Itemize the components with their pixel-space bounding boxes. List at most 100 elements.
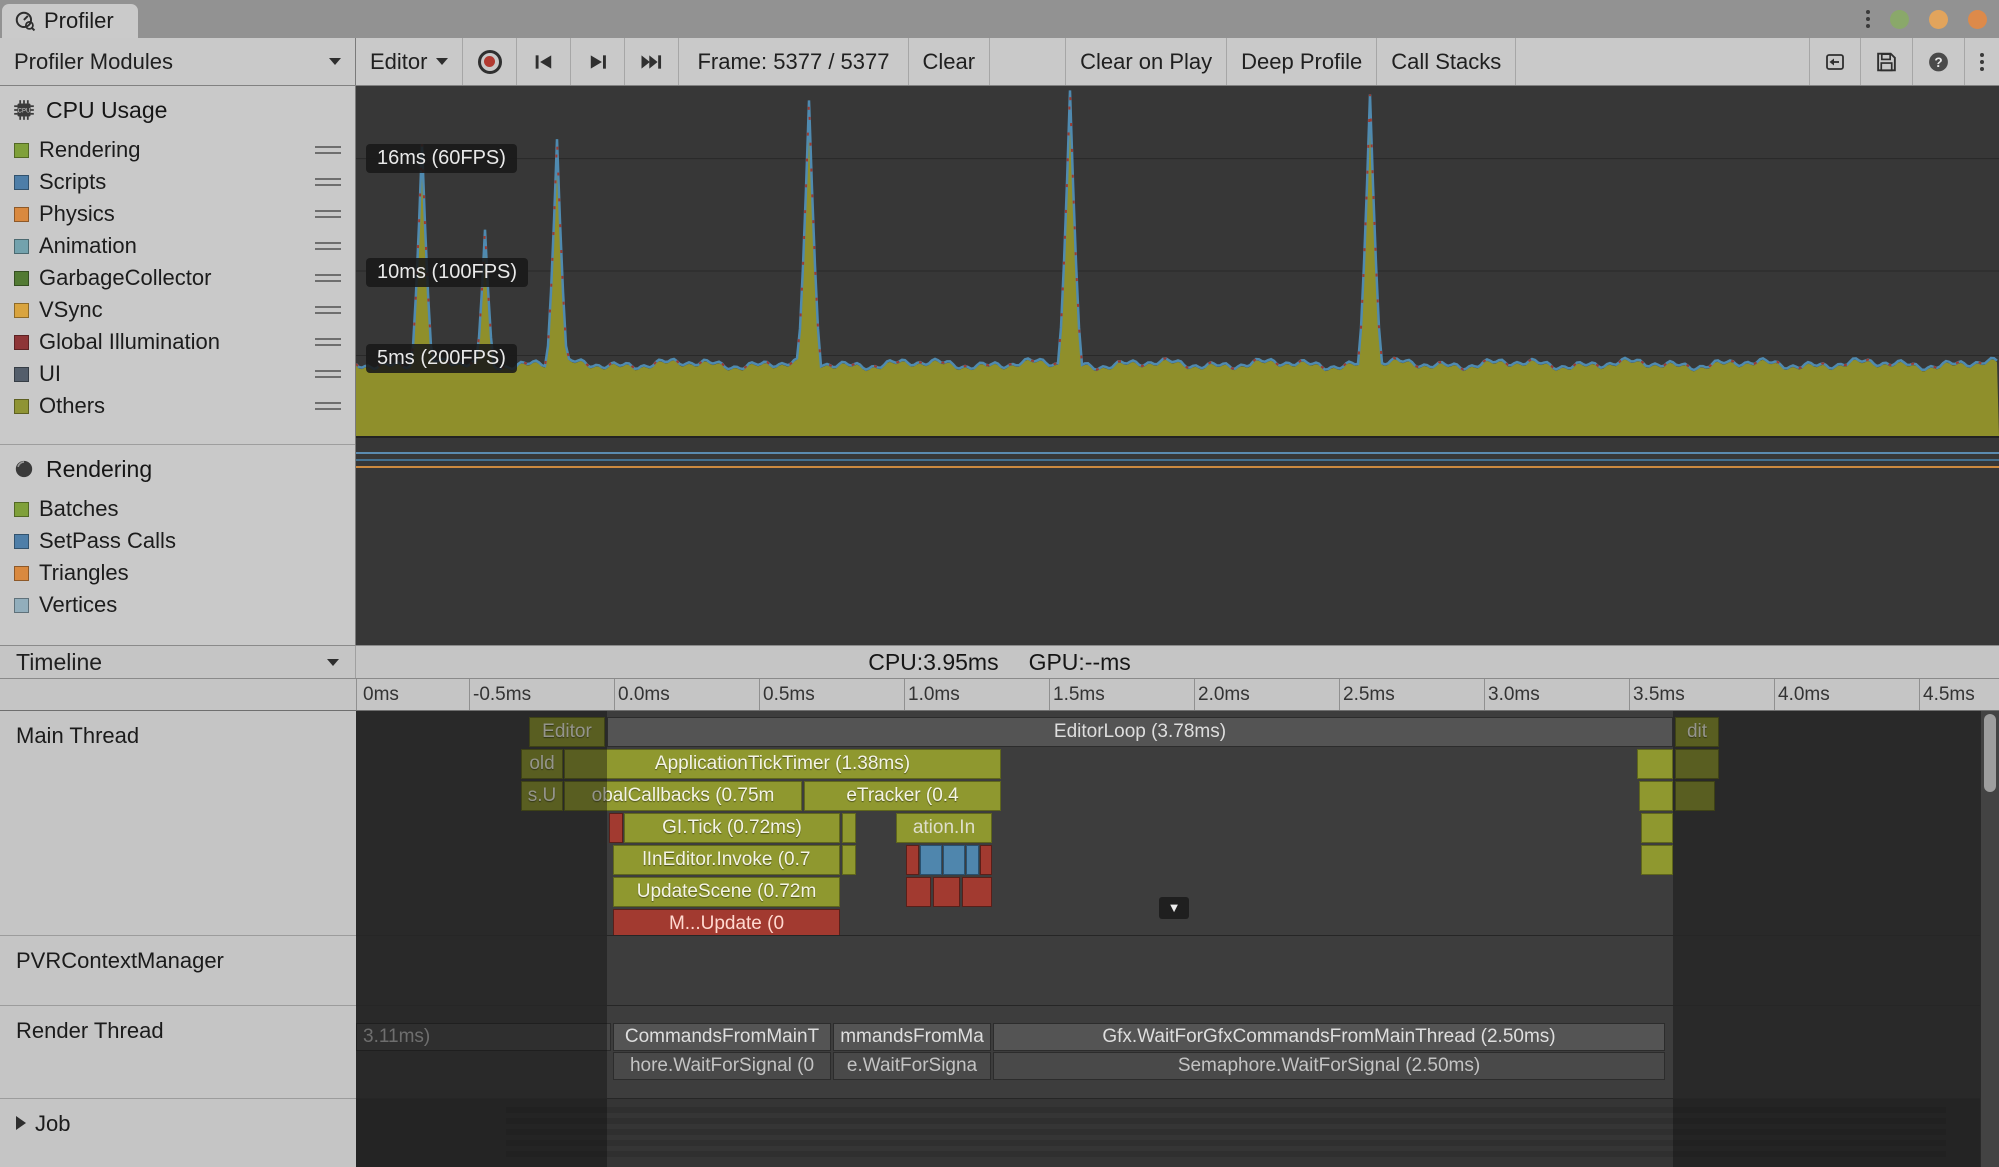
timeline-sample-block[interactable] bbox=[842, 813, 856, 843]
ruler-tick-label: -0.5ms bbox=[473, 684, 532, 705]
drag-handle-icon[interactable] bbox=[315, 238, 341, 254]
timeline-ruler[interactable]: 0ms -0.5ms 0.0ms 0.5ms 1.0ms 1.5ms 2.0ms 2.5ms 3… bbox=[0, 679, 1999, 711]
timeline-sample-block[interactable]: Editor bbox=[529, 717, 605, 747]
legend-item[interactable]: Batches bbox=[0, 493, 355, 525]
track-label[interactable]: Render Thread bbox=[0, 1006, 356, 1099]
timeline-sample-block[interactable] bbox=[1675, 749, 1719, 779]
rendering-chart[interactable] bbox=[356, 438, 1999, 645]
track-canvas[interactable]: 3.11ms) CommandsFromMainT mmandsFromMa Gfx.… bbox=[356, 1006, 1999, 1099]
clear-button[interactable]: Clear bbox=[909, 38, 991, 85]
drag-handle-icon[interactable] bbox=[315, 206, 341, 222]
legend-item[interactable]: Triangles bbox=[0, 557, 355, 589]
window-dot-green[interactable] bbox=[1890, 9, 1909, 29]
timeline-sample-block[interactable]: obalCallbacks (0.75m bbox=[564, 781, 802, 811]
ruler-tick bbox=[1339, 679, 1340, 710]
track-label[interactable]: Job bbox=[0, 1099, 356, 1167]
timeline-sample-block[interactable] bbox=[1637, 749, 1673, 779]
timeline-scrollbar[interactable] bbox=[1980, 711, 1999, 1167]
next-frame-button[interactable] bbox=[571, 38, 626, 85]
expand-arrow-icon[interactable] bbox=[16, 1116, 26, 1130]
drag-handle-icon[interactable] bbox=[315, 270, 341, 286]
timeline-sample-block[interactable]: M...Update (0 bbox=[613, 909, 840, 935]
track-canvas[interactable] bbox=[356, 936, 1999, 1006]
legend-item[interactable]: GarbageCollector bbox=[0, 262, 355, 294]
load-profile-button[interactable] bbox=[1809, 38, 1861, 85]
profiler-modules-dropdown[interactable]: Profiler Modules bbox=[0, 38, 356, 85]
timeline-sample-block[interactable]: e.WaitForSigna bbox=[833, 1052, 991, 1080]
timeline-sample-block[interactable]: eTracker (0.4 bbox=[804, 781, 1001, 811]
help-button[interactable]: ? bbox=[1913, 38, 1965, 85]
timeline-sample-block[interactable]: Gfx.WaitForGfxCommandsFromMainThread (2.… bbox=[993, 1023, 1665, 1051]
window-dot-yellow[interactable] bbox=[1929, 9, 1948, 29]
show-more-rows-button[interactable]: ▼ bbox=[1159, 897, 1189, 919]
legend-item[interactable]: UI bbox=[0, 358, 355, 390]
timeline-sample-block[interactable]: Semaphore.WaitForSignal (2.50ms) bbox=[993, 1052, 1665, 1080]
timeline-sample-block[interactable] bbox=[980, 845, 992, 875]
timeline-sample-block[interactable] bbox=[943, 845, 965, 875]
legend-item[interactable]: VSync bbox=[0, 294, 355, 326]
timeline-sample-block[interactable]: CommandsFromMainT bbox=[613, 1023, 831, 1051]
legend-item[interactable]: Scripts bbox=[0, 166, 355, 198]
timeline-sample-block[interactable]: ation.In bbox=[896, 813, 992, 843]
record-button[interactable] bbox=[463, 38, 518, 85]
drag-handle-icon[interactable] bbox=[315, 334, 341, 350]
cpu-usage-chart[interactable]: 16ms (60FPS) 10ms (100FPS) 5ms (200FPS) bbox=[356, 86, 1999, 438]
track-canvas[interactable] bbox=[356, 1099, 1999, 1167]
tab-profiler[interactable]: Profiler bbox=[2, 4, 138, 38]
legend-item[interactable]: SetPass Calls bbox=[0, 525, 355, 557]
timeline-sample-block[interactable]: GI.Tick (0.72ms) bbox=[624, 813, 840, 843]
timeline-sample-block[interactable]: old bbox=[521, 749, 563, 779]
window-dot-orange[interactable] bbox=[1968, 9, 1987, 29]
legend-label: SetPass Calls bbox=[39, 528, 176, 553]
drag-handle-icon[interactable] bbox=[315, 366, 341, 382]
legend-item[interactable]: Physics bbox=[0, 198, 355, 230]
legend-item[interactable]: Rendering bbox=[0, 134, 355, 166]
timeline-sample-block[interactable] bbox=[906, 845, 919, 875]
cpu-usage-module: CPU CPU Usage Rendering Scripts Physics … bbox=[0, 86, 355, 422]
track-canvas[interactable]: Editor EditorLoop (3.78ms) dit old Applicati… bbox=[356, 711, 1999, 936]
timeline-sample-block[interactable]: lInEditor.Invoke (0.7 bbox=[613, 845, 840, 875]
drag-handle-icon[interactable] bbox=[315, 398, 341, 414]
timeline-sample-block[interactable]: hore.WaitForSignal (0 bbox=[613, 1052, 831, 1080]
timeline-sample-block[interactable]: s.U bbox=[521, 781, 563, 811]
timeline-sample-block[interactable]: mmandsFromMa bbox=[833, 1023, 991, 1051]
timeline-sample-block[interactable] bbox=[933, 877, 960, 907]
timeline-sample-block[interactable] bbox=[962, 877, 992, 907]
rendering-header[interactable]: Rendering bbox=[0, 445, 355, 493]
toolbar-menu-button[interactable] bbox=[1965, 38, 1999, 85]
target-dropdown[interactable]: Editor bbox=[356, 38, 464, 85]
timeline-sample-block[interactable] bbox=[842, 845, 856, 875]
timeline-sample-block[interactable]: dit bbox=[1675, 717, 1719, 747]
timeline-sample-block[interactable] bbox=[906, 877, 931, 907]
drag-handle-icon[interactable] bbox=[315, 174, 341, 190]
drag-handle-icon[interactable] bbox=[315, 302, 341, 318]
timeline-view-dropdown[interactable]: Timeline bbox=[0, 646, 356, 678]
current-frame-button[interactable] bbox=[625, 38, 680, 85]
timeline-sample-block[interactable] bbox=[1641, 845, 1673, 875]
timeline-sample-block[interactable]: EditorLoop (3.78ms) bbox=[607, 717, 1673, 747]
timeline-sample-block[interactable]: ApplicationTickTimer (1.38ms) bbox=[564, 749, 1001, 779]
legend-item[interactable]: Others bbox=[0, 390, 355, 422]
timeline-sample-block[interactable] bbox=[1675, 781, 1715, 811]
legend-item[interactable]: Animation bbox=[0, 230, 355, 262]
cpu-usage-header[interactable]: CPU CPU Usage bbox=[0, 86, 355, 134]
timeline-sample-block[interactable] bbox=[920, 845, 942, 875]
timeline-sample-block[interactable]: UpdateScene (0.72m bbox=[613, 877, 840, 907]
timeline-sample-block[interactable] bbox=[609, 813, 623, 843]
track-label[interactable]: PVRContextManager bbox=[0, 936, 356, 1006]
drag-handle-icon[interactable] bbox=[315, 142, 341, 158]
timeline-sample-block[interactable] bbox=[966, 845, 979, 875]
prev-frame-button[interactable] bbox=[517, 38, 572, 85]
legend-item[interactable]: Vertices bbox=[0, 589, 355, 621]
window-menu-icon[interactable] bbox=[1866, 7, 1870, 31]
timeline-sample-block[interactable] bbox=[1639, 781, 1673, 811]
save-profile-button[interactable] bbox=[1861, 38, 1913, 85]
clear-on-play-toggle[interactable]: Clear on Play bbox=[1066, 38, 1228, 85]
deep-profile-toggle[interactable]: Deep Profile bbox=[1227, 38, 1378, 85]
timeline-sample-block[interactable]: 3.11ms) bbox=[356, 1023, 611, 1051]
track-label[interactable]: Main Thread bbox=[0, 711, 356, 936]
legend-item[interactable]: Global Illumination bbox=[0, 326, 355, 358]
scrollbar-thumb[interactable] bbox=[1984, 714, 1996, 792]
timeline-sample-block[interactable] bbox=[1641, 813, 1673, 843]
call-stacks-toggle[interactable]: Call Stacks bbox=[1377, 38, 1517, 85]
